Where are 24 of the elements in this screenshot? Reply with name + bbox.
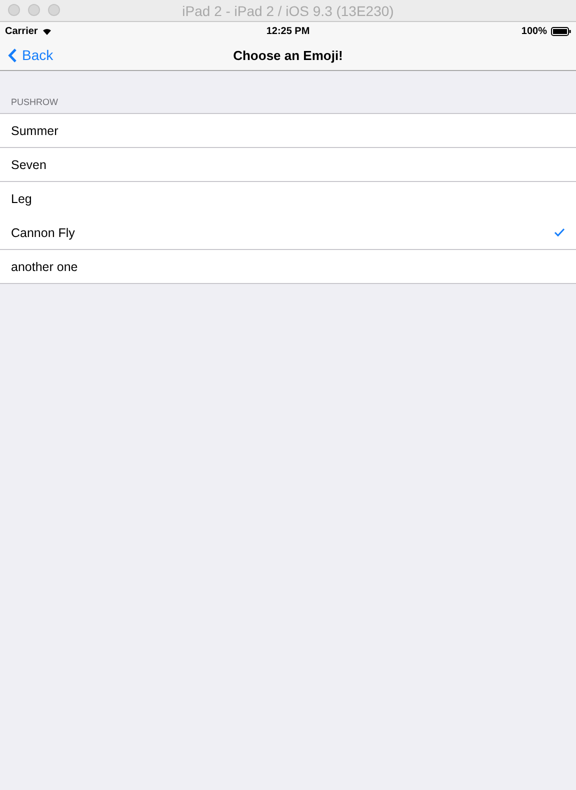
carrier-label: Carrier bbox=[5, 26, 38, 36]
nav-title: Choose an Emoji! bbox=[233, 48, 343, 62]
list-row[interactable]: Seven bbox=[0, 147, 576, 181]
wifi-icon bbox=[42, 27, 52, 35]
back-button[interactable]: Back bbox=[8, 47, 54, 63]
list-row[interactable]: Summer bbox=[0, 114, 576, 147]
checkmark-icon bbox=[554, 228, 565, 237]
row-label: Cannon Fly bbox=[11, 226, 75, 240]
section-header: PUSHROW bbox=[11, 97, 58, 107]
row-label: another one bbox=[11, 260, 78, 274]
status-time: 12:25 PM bbox=[266, 26, 310, 36]
row-label: Summer bbox=[11, 124, 58, 138]
zoom-window-icon[interactable] bbox=[48, 4, 60, 16]
list-row[interactable]: another one bbox=[0, 249, 576, 283]
window-title: iPad 2 - iPad 2 / iOS 9.3 (13E230) bbox=[182, 2, 394, 18]
battery-icon bbox=[551, 26, 571, 36]
row-label: Leg bbox=[11, 192, 32, 206]
close-window-icon[interactable] bbox=[8, 4, 20, 16]
list-row[interactable]: Cannon Fly bbox=[0, 215, 576, 249]
row-label: Seven bbox=[11, 158, 46, 172]
chevron-left-icon bbox=[8, 48, 17, 62]
list-row[interactable]: Leg bbox=[0, 181, 576, 215]
minimize-window-icon[interactable] bbox=[28, 4, 40, 16]
battery-percent: 100% bbox=[521, 26, 547, 36]
